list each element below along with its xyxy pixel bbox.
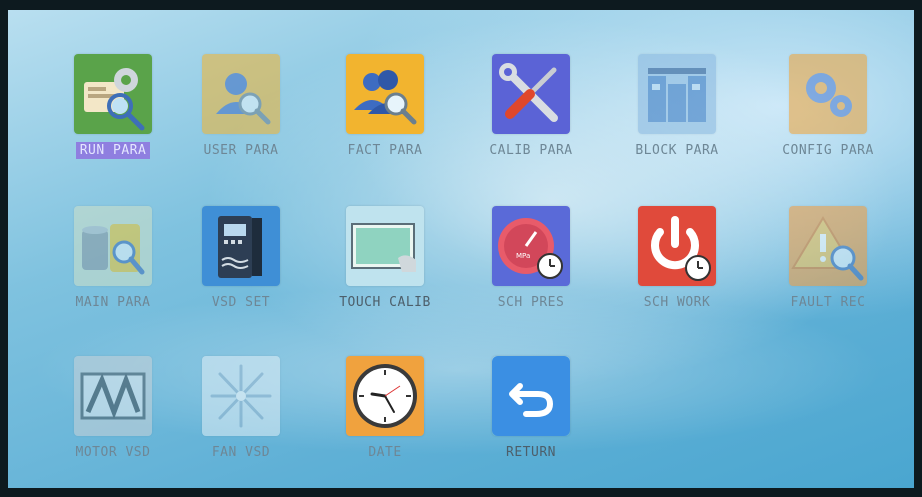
menu-item-label: MAIN PARA	[75, 295, 151, 310]
run-para-icon	[74, 54, 152, 134]
menu-item-main-para[interactable]: MAIN PARA	[48, 206, 178, 336]
touch-calib-icon	[346, 206, 424, 286]
date-icon	[346, 356, 424, 436]
menu-item-label: FAULT REC	[790, 295, 866, 310]
menu-item-label: RUN PARA	[75, 142, 151, 159]
menu-item-label: RETURN	[506, 445, 556, 460]
menu-item-label: VSD SET	[211, 295, 271, 310]
block-para-icon	[638, 54, 716, 134]
sch-pres-icon: MPa	[492, 206, 570, 286]
menu-item-label: DATE	[368, 445, 402, 460]
fan-vsd-icon	[202, 356, 280, 436]
fact-para-icon	[346, 54, 424, 134]
vsd-set-icon	[202, 206, 280, 286]
calib-para-icon	[492, 54, 570, 134]
menu-item-label: BLOCK PARA	[635, 143, 719, 158]
menu-item-label: SCH PRES	[497, 295, 565, 310]
main-para-icon	[74, 206, 152, 286]
motor-vsd-icon	[74, 356, 152, 436]
menu-item-label: SCH WORK	[643, 295, 711, 310]
fault-rec-icon	[789, 206, 867, 286]
menu-item-label: FAN VSD	[211, 445, 271, 460]
menu-item-sch-work[interactable]: SCH WORK	[612, 206, 742, 336]
menu-item-run-para[interactable]: RUN PARA	[48, 54, 178, 184]
menu-item-config-para[interactable]: CONFIG PARA	[763, 54, 893, 184]
config-para-icon	[789, 54, 867, 134]
menu-item-motor-vsd[interactable]: MOTOR VSD	[48, 356, 178, 486]
menu-item-date[interactable]: DATE	[320, 356, 450, 486]
menu-item-label: USER PARA	[203, 143, 279, 158]
sch-work-icon	[638, 206, 716, 286]
menu-item-label: MOTOR VSD	[75, 445, 151, 460]
menu-item-fan-vsd[interactable]: FAN VSD	[176, 356, 306, 486]
menu-item-sch-pres[interactable]: MPa SCH PRES	[466, 206, 596, 336]
menu-item-label: FACT PARA	[347, 143, 423, 158]
menu-item-vsd-set[interactable]: VSD SET	[176, 206, 306, 336]
user-para-icon	[202, 54, 280, 134]
menu-item-user-para[interactable]: USER PARA	[176, 54, 306, 184]
menu-item-label: CONFIG PARA	[782, 143, 874, 158]
menu-item-fault-rec[interactable]: FAULT REC	[763, 206, 893, 336]
hmi-screen: RUN PARA USER PARA FACT PARA CALIB PARA …	[8, 10, 914, 488]
menu-item-calib-para[interactable]: CALIB PARA	[466, 54, 596, 184]
menu-item-fact-para[interactable]: FACT PARA	[320, 54, 450, 184]
return-icon	[492, 356, 570, 436]
svg-text:MPa: MPa	[516, 252, 530, 260]
menu-item-label: TOUCH CALIB	[339, 295, 431, 310]
menu-item-block-para[interactable]: BLOCK PARA	[612, 54, 742, 184]
menu-item-return[interactable]: RETURN	[466, 356, 596, 486]
menu-item-touch-calib[interactable]: TOUCH CALIB	[320, 206, 450, 336]
menu-item-label: CALIB PARA	[489, 143, 573, 158]
